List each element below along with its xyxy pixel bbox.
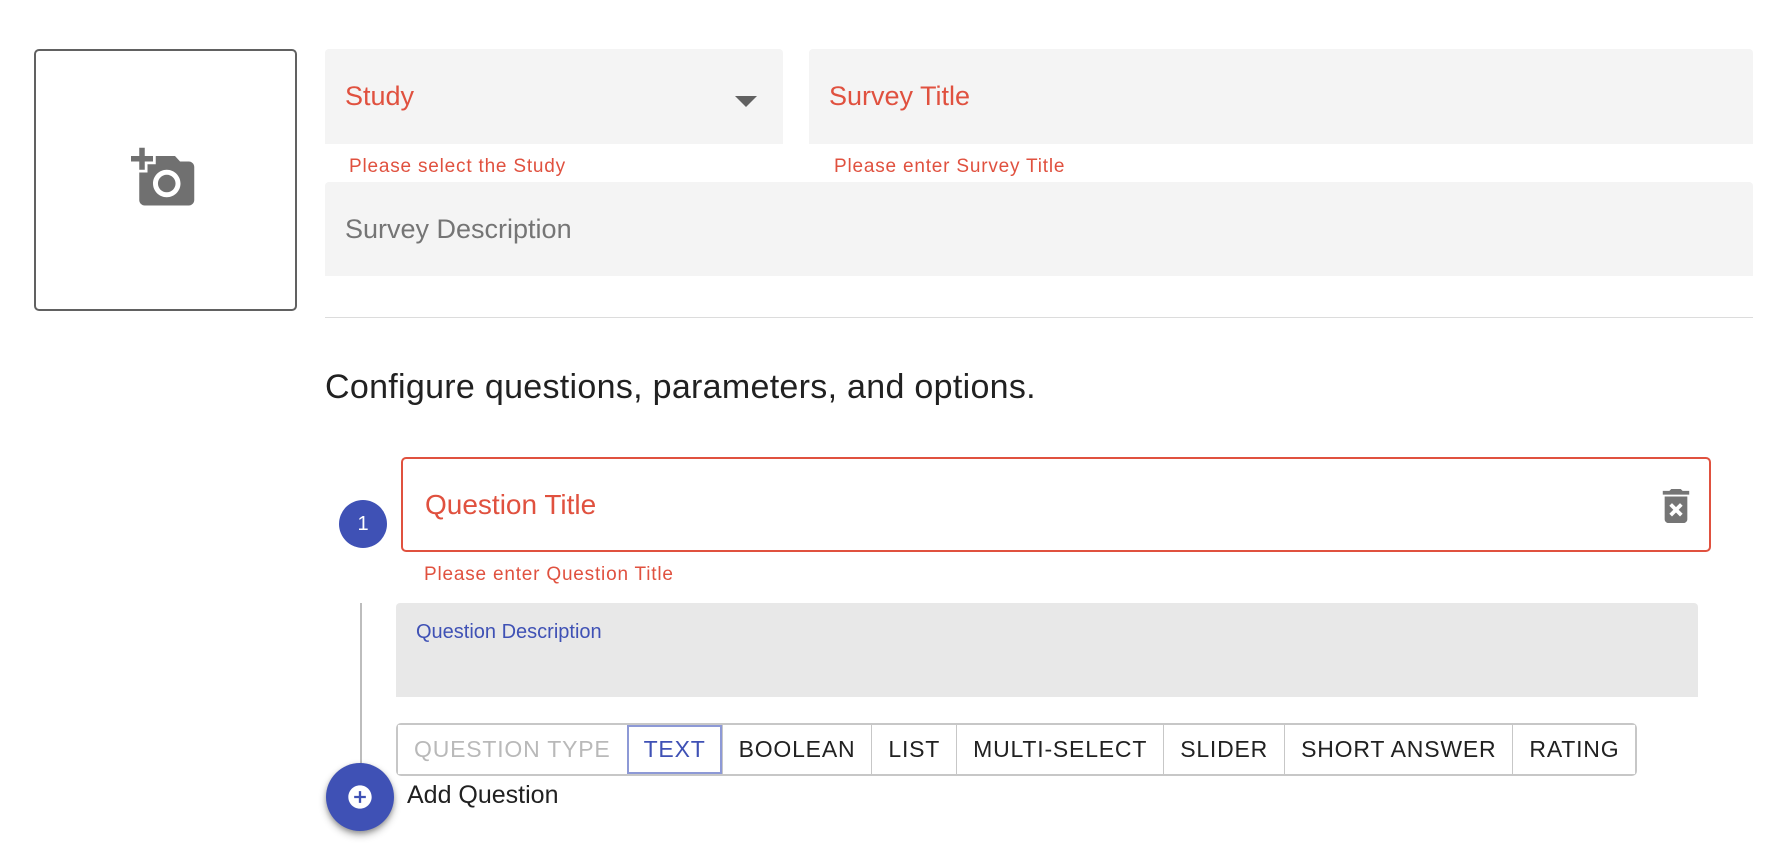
study-select[interactable]: Study <box>325 49 783 144</box>
survey-title-input[interactable]: Survey Title <box>809 49 1753 144</box>
question-description-input[interactable]: Question Description <box>396 603 1698 697</box>
add-question-label[interactable]: Add Question <box>407 781 559 810</box>
add-circle-icon <box>348 785 372 809</box>
study-helper-text: Please select the Study <box>349 156 566 177</box>
survey-title-helper-text: Please enter Survey Title <box>834 156 1066 177</box>
survey-editor: Study Please select the Study Survey Tit… <box>0 0 1782 860</box>
survey-description-input[interactable]: Survey Description <box>325 182 1753 276</box>
question-type-multi-select[interactable]: MULTI-SELECT <box>956 725 1164 774</box>
question-type-boolean[interactable]: BOOLEAN <box>721 725 872 774</box>
question-type-toggle-group: QUESTION TYPE TEXT BOOLEAN LIST MULTI-SE… <box>396 723 1638 776</box>
question-title-input[interactable]: Question Title <box>401 457 1711 552</box>
survey-description-placeholder: Survey Description <box>345 213 572 244</box>
section-divider <box>325 317 1753 318</box>
question-type-text[interactable]: TEXT <box>626 725 722 774</box>
question-type-slider[interactable]: SLIDER <box>1163 725 1285 774</box>
study-select-placeholder: Study <box>345 81 415 111</box>
question-step-number: 1 <box>339 500 387 548</box>
section-heading: Configure questions, parameters, and opt… <box>325 368 1036 406</box>
question-title-helper-text: Please enter Question Title <box>424 564 674 585</box>
question-type-label: QUESTION TYPE <box>398 725 627 774</box>
image-upload-button[interactable] <box>34 49 297 311</box>
delete-forever-icon[interactable] <box>1661 489 1691 523</box>
question-type-short-answer[interactable]: SHORT ANSWER <box>1284 725 1513 774</box>
step-connector-line <box>360 603 362 773</box>
add-a-photo-icon <box>130 147 194 206</box>
arrow-drop-down-icon <box>735 96 757 107</box>
question-type-list[interactable]: LIST <box>871 725 957 774</box>
question-type-rating[interactable]: RATING <box>1512 725 1636 774</box>
survey-title-placeholder: Survey Title <box>829 81 971 111</box>
question-title-placeholder: Question Title <box>425 488 597 520</box>
add-question-button[interactable] <box>326 763 394 831</box>
question-description-label: Question Description <box>416 621 602 643</box>
